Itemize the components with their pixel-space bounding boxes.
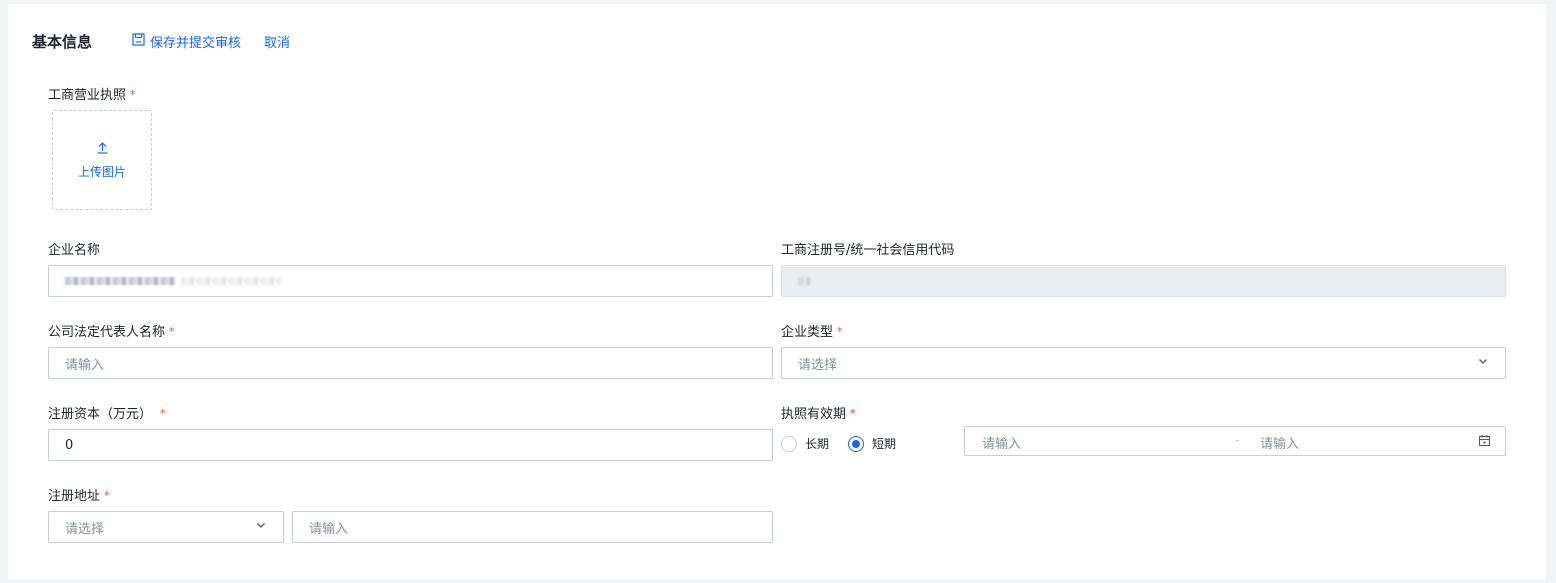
company-type-placeholder: 请选择 <box>798 357 838 373</box>
redacted-credit-code <box>798 277 810 285</box>
company-name-input[interactable] <box>48 265 773 297</box>
section-title: 基本信息 <box>32 33 93 51</box>
upload-icon <box>96 141 109 157</box>
radio-short-label: 短期 <box>872 437 897 451</box>
company-type-label: 企业类型 * <box>781 325 843 340</box>
required-mark: * <box>169 325 175 338</box>
address-detail-input[interactable]: 请输入 <box>292 511 773 543</box>
radio-long-label: 长期 <box>805 437 830 451</box>
radio-short[interactable] <box>848 435 864 452</box>
credit-code-input <box>781 265 1506 297</box>
save-icon <box>132 33 145 50</box>
required-mark: * <box>837 325 843 338</box>
company-type-select[interactable]: 请选择 <box>781 347 1506 379</box>
required-mark: * <box>850 407 856 420</box>
address-label: 注册地址 * <box>48 489 110 504</box>
save-submit-label: 保存并提交审核 <box>150 36 242 51</box>
legal-rep-input[interactable]: 请输入 <box>48 347 773 379</box>
redacted-company-name <box>65 277 175 285</box>
license-label: 工商营业执照 * <box>48 88 136 103</box>
radio-long[interactable] <box>781 435 797 452</box>
required-mark: * <box>104 489 110 502</box>
save-submit-button[interactable]: 保存并提交审核 <box>132 32 241 51</box>
calendar-icon[interactable] <box>1478 434 1491 451</box>
start-date-input[interactable]: 请输入 <box>982 433 1021 452</box>
capital-input[interactable]: 0 <box>48 429 773 461</box>
validity-date-range[interactable]: 请输入 - 请输入 <box>964 426 1506 456</box>
address-region-select[interactable]: 请选择 <box>48 511 284 543</box>
cancel-button[interactable]: 取消 <box>264 32 290 51</box>
required-mark: * <box>160 407 166 420</box>
address-region-placeholder: 请选择 <box>65 521 105 537</box>
capital-label: 注册资本（万元） * <box>48 407 166 422</box>
redacted-company-name-tail <box>181 277 281 285</box>
validity-long-option[interactable]: 长期 <box>781 435 829 452</box>
chevron-down-icon <box>255 519 267 535</box>
legal-rep-label: 公司法定代表人名称 * <box>48 325 175 340</box>
upload-label: 上传图片 <box>77 164 126 179</box>
upload-license-button[interactable]: 上传图片 <box>52 110 152 210</box>
chevron-down-icon <box>1477 355 1489 371</box>
credit-code-label: 工商注册号/统一社会信用代码 <box>781 243 955 258</box>
basic-info-card: 基本信息 保存并提交审核 取消 工商营业执照 * 上传图片 企业名称 工商注册号/… <box>8 4 1546 579</box>
validity-short-option[interactable]: 短期 <box>848 435 896 452</box>
end-date-input[interactable]: 请输入 <box>1260 433 1299 452</box>
validity-label: 执照有效期 * <box>781 407 856 422</box>
company-name-label: 企业名称 <box>48 243 101 258</box>
required-mark: * <box>130 88 136 101</box>
date-separator: - <box>1235 433 1240 448</box>
